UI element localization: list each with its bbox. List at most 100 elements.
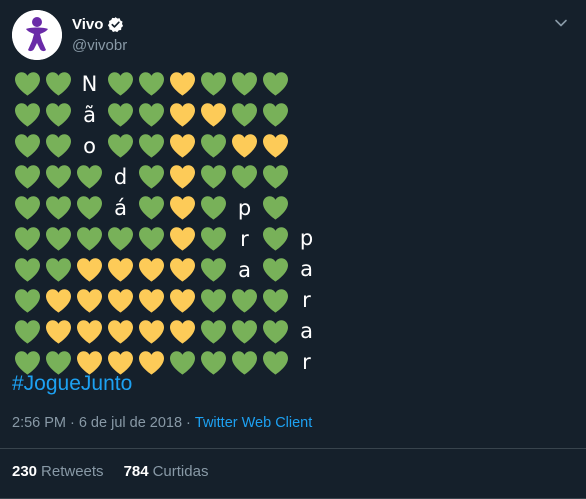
green-heart-icon: [198, 347, 229, 378]
green-heart-icon: [167, 347, 198, 378]
green-heart-icon: [260, 316, 291, 347]
grid-letter: p: [237, 195, 252, 220]
green-heart-icon: [260, 347, 291, 378]
name-row: Vivo: [72, 16, 124, 33]
green-heart-icon: [43, 254, 74, 285]
divider: [0, 448, 586, 449]
hashtag-link[interactable]: #JogueJunto: [12, 372, 132, 396]
yellow-heart-icon: [167, 316, 198, 347]
grid-letter: r: [240, 226, 249, 251]
green-heart-icon: [43, 68, 74, 99]
meta-separator: ·: [70, 415, 75, 431]
green-heart-icon: [260, 192, 291, 223]
yellow-heart-icon: [43, 285, 74, 316]
verified-badge-icon: [107, 16, 124, 33]
green-heart-icon: [74, 192, 105, 223]
vivo-logo-icon: [12, 10, 62, 60]
retweets-label: Retweets: [41, 463, 104, 480]
yellow-heart-icon: [136, 285, 167, 316]
grid-letter: d: [113, 164, 128, 189]
grid-letter: N: [81, 71, 98, 96]
green-heart-icon: [12, 192, 43, 223]
yellow-heart-icon: [105, 285, 136, 316]
green-heart-icon: [12, 316, 43, 347]
green-heart-icon: [198, 254, 229, 285]
retweets-stat[interactable]: 230 Retweets: [12, 463, 104, 480]
green-heart-icon: [105, 130, 136, 161]
green-heart-icon: [12, 161, 43, 192]
green-heart-icon: [74, 161, 105, 192]
green-heart-icon: [229, 68, 260, 99]
green-heart-icon: [12, 130, 43, 161]
green-heart-icon: [198, 130, 229, 161]
client-link[interactable]: Twitter Web Client: [195, 415, 312, 431]
tweet-metadata: 2:56 PM · 6 de jul de 2018 · Twitter Web…: [12, 415, 312, 431]
yellow-heart-icon: [198, 99, 229, 130]
yellow-heart-icon: [136, 347, 167, 378]
green-heart-icon: [105, 68, 136, 99]
tweet-header: Vivo @vivobr: [12, 10, 574, 62]
green-heart-icon: [43, 130, 74, 161]
likes-label: Curtidas: [152, 463, 209, 480]
display-name[interactable]: Vivo: [72, 16, 103, 33]
tweet-stats: 230 Retweets 784 Curtidas: [12, 463, 228, 480]
green-heart-icon: [229, 347, 260, 378]
green-heart-icon: [74, 223, 105, 254]
green-heart-icon: [136, 130, 167, 161]
retweets-count: 230: [12, 463, 38, 480]
green-heart-icon: [43, 192, 74, 223]
green-heart-icon: [260, 161, 291, 192]
green-heart-icon: [12, 99, 43, 130]
yellow-heart-icon: [229, 130, 260, 161]
grid-letter: ã: [83, 102, 96, 127]
side-letters-column: parar: [291, 222, 322, 377]
yellow-heart-icon: [74, 254, 105, 285]
green-heart-icon: [12, 68, 43, 99]
tweet-date[interactable]: 6 de jul de 2018: [79, 415, 182, 431]
green-heart-icon: [198, 161, 229, 192]
green-heart-icon: [136, 161, 167, 192]
tweet-time[interactable]: 2:56 PM: [12, 415, 66, 431]
green-heart-icon: [136, 68, 167, 99]
green-heart-icon: [12, 285, 43, 316]
side-letter: r: [302, 349, 311, 374]
yellow-heart-icon: [167, 161, 198, 192]
green-heart-icon: [136, 99, 167, 130]
green-heart-icon: [198, 68, 229, 99]
green-heart-icon: [12, 223, 43, 254]
green-heart-icon: [43, 161, 74, 192]
tweet-options-chevron-down-icon[interactable]: [552, 14, 570, 32]
green-heart-icon: [229, 161, 260, 192]
yellow-heart-icon: [43, 316, 74, 347]
green-heart-icon: [136, 223, 167, 254]
grid-letter: o: [83, 133, 96, 158]
author-handle[interactable]: @vivobr: [72, 37, 127, 54]
yellow-heart-icon: [136, 254, 167, 285]
green-heart-icon: [198, 285, 229, 316]
grid-letter: a: [238, 257, 251, 282]
green-heart-icon: [260, 99, 291, 130]
tweet-emoji-grid: Nãodá pra: [12, 68, 291, 378]
green-heart-icon: [43, 99, 74, 130]
green-heart-icon: [260, 285, 291, 316]
green-heart-icon: [260, 68, 291, 99]
meta-separator: ·: [186, 415, 191, 431]
yellow-heart-icon: [167, 192, 198, 223]
yellow-heart-icon: [74, 285, 105, 316]
side-letter: r: [302, 287, 311, 312]
green-heart-icon: [229, 316, 260, 347]
yellow-heart-icon: [105, 254, 136, 285]
green-heart-icon: [229, 285, 260, 316]
yellow-heart-icon: [260, 130, 291, 161]
yellow-heart-icon: [105, 316, 136, 347]
green-heart-icon: [229, 99, 260, 130]
yellow-heart-icon: [167, 223, 198, 254]
likes-stat[interactable]: 784 Curtidas: [124, 463, 209, 480]
grid-letter: á: [114, 195, 127, 220]
likes-count: 784: [123, 463, 149, 480]
green-heart-icon: [105, 223, 136, 254]
green-heart-icon: [198, 192, 229, 223]
green-heart-icon: [260, 254, 291, 285]
avatar[interactable]: [12, 10, 62, 60]
green-heart-icon: [105, 99, 136, 130]
